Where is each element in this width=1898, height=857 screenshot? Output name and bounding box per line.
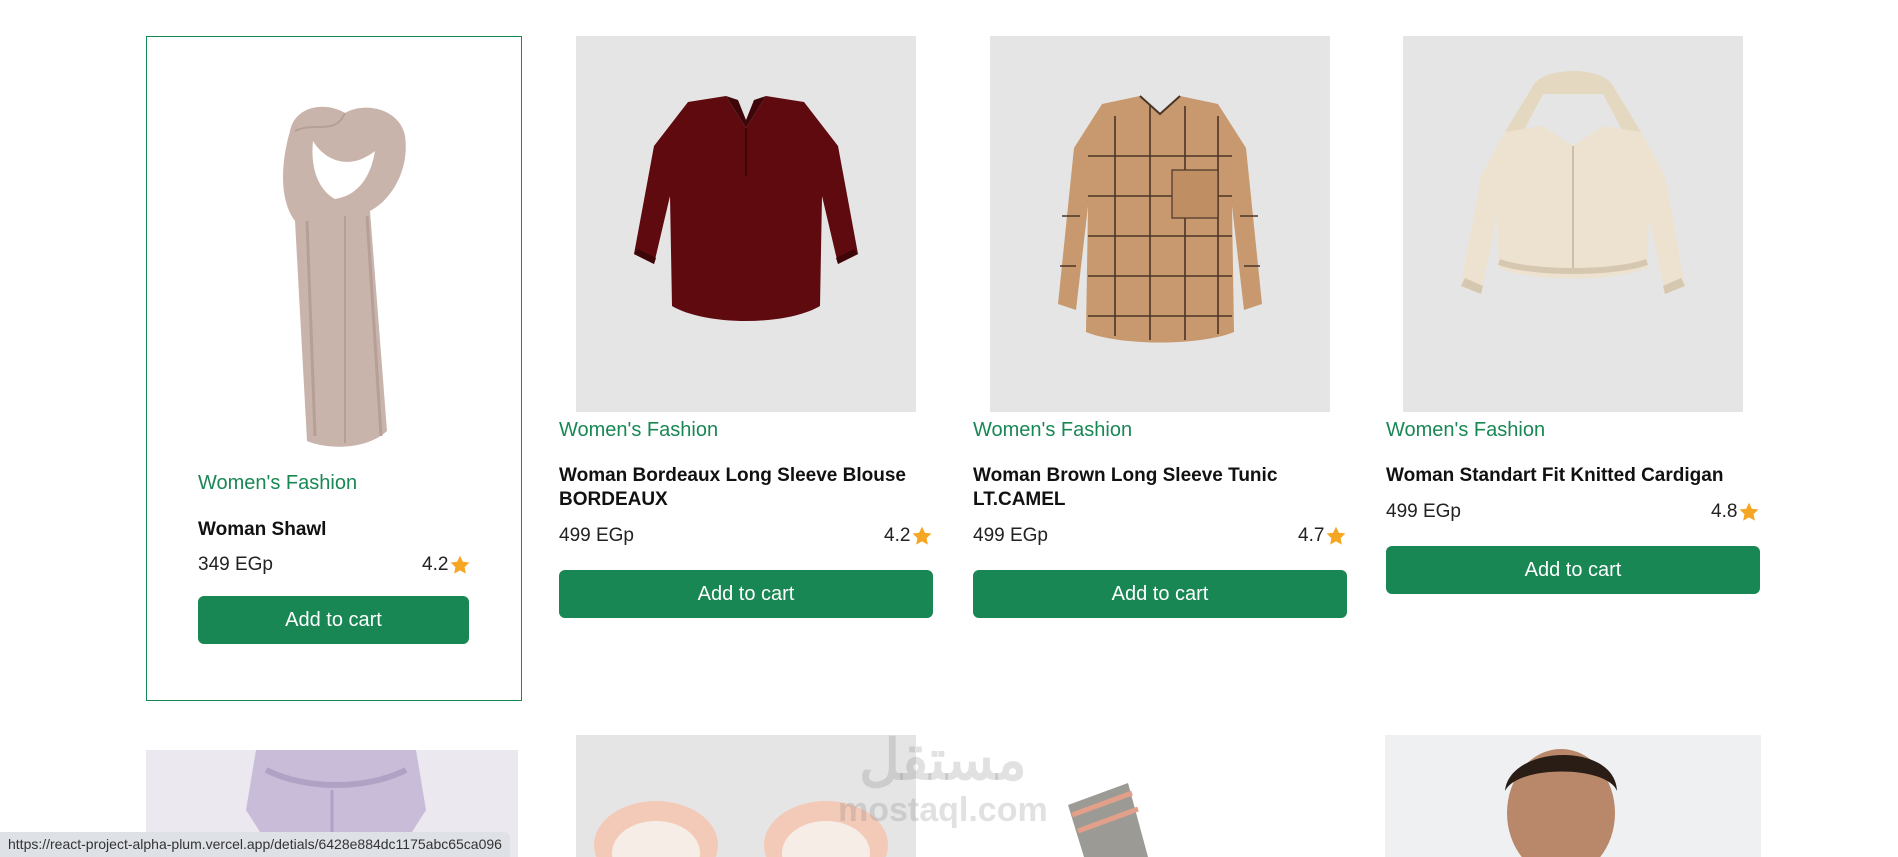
product-category: Women's Fashion — [1386, 419, 1546, 441]
product-image[interactable] — [195, 51, 475, 471]
product-price: 499 EGp — [973, 525, 1048, 546]
rating-value: 4.2 — [422, 554, 449, 575]
product-category: Women's Fashion — [198, 472, 358, 494]
product-card-tunic[interactable]: Women's Fashion Woman Brown Long Sleeve … — [972, 36, 1348, 636]
star-icon — [1325, 525, 1347, 547]
star-icon — [1738, 501, 1760, 523]
product-price: 499 EGp — [1386, 501, 1461, 522]
man-portrait-image — [1505, 749, 1617, 857]
product-image[interactable] — [1403, 36, 1743, 412]
cardigan-image — [1461, 71, 1685, 294]
star-icon — [911, 525, 933, 547]
product-image-row2-4[interactable] — [1385, 735, 1761, 857]
tunic-image — [1058, 95, 1262, 343]
add-to-cart-button[interactable]: Add to cart — [1386, 546, 1760, 594]
product-image[interactable] — [576, 36, 916, 412]
product-title: Woman Shawl — [198, 519, 327, 540]
star-icon — [449, 554, 471, 576]
shawl-image — [283, 106, 406, 447]
watermark-main: مستقل — [859, 728, 1027, 791]
add-to-cart-button[interactable]: Add to cart — [973, 570, 1347, 618]
product-card-blouse[interactable]: Women's Fashion Woman Bordeaux Long Slee… — [558, 36, 934, 636]
add-to-cart-button[interactable]: Add to cart — [559, 570, 933, 618]
product-rating: 4.2 — [884, 524, 933, 548]
product-price: 499 EGp — [559, 525, 634, 546]
add-to-cart-button[interactable]: Add to cart — [198, 596, 469, 644]
product-category: Women's Fashion — [559, 419, 719, 441]
rating-value: 4.7 — [1298, 525, 1325, 546]
product-title: Woman Brown Long Sleeve Tunic LT.CAMEL — [973, 465, 1278, 510]
link-status-bar: https://react-project-alpha-plum.vercel.… — [0, 832, 510, 857]
product-grid-page: Women's Fashion Woman Shawl 349 EGp 4.2 … — [0, 0, 1898, 857]
product-image[interactable] — [990, 36, 1330, 412]
product-category: Women's Fashion — [973, 419, 1133, 441]
product-rating: 4.2 — [422, 553, 471, 577]
product-rating: 4.7 — [1298, 524, 1347, 548]
product-rating: 4.8 — [1711, 500, 1760, 524]
blouse-image — [634, 96, 858, 321]
product-price: 349 EGp — [198, 554, 273, 575]
watermark-sub: mostaql.com — [838, 791, 1048, 829]
product-card-shawl[interactable]: Women's Fashion Woman Shawl 349 EGp 4.2 … — [146, 36, 522, 701]
product-title: Woman Bordeaux Long Sleeve Blouse BORDEA… — [559, 465, 907, 510]
watermark: مستقل mostaql.com — [838, 730, 1048, 830]
rating-value: 4.8 — [1711, 501, 1738, 522]
rating-value: 4.2 — [884, 525, 911, 546]
product-title: Woman Standart Fit Knitted Cardigan — [1386, 465, 1724, 486]
product-card-cardigan[interactable]: Women's Fashion Woman Standart Fit Knitt… — [1385, 36, 1761, 596]
